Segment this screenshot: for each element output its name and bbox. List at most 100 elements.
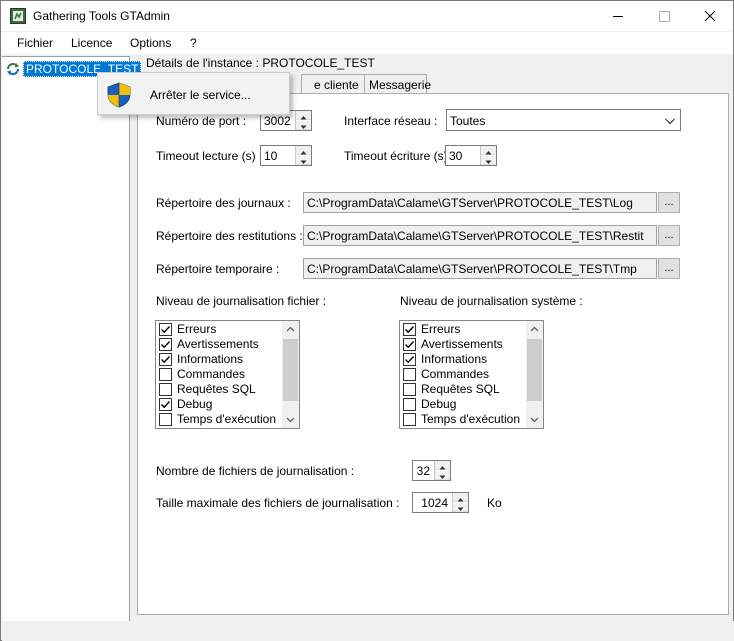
menu-bar: Fichier Licence Options ? [1, 32, 733, 54]
checkbox-checked[interactable] [403, 323, 416, 336]
spin-up-icon[interactable] [296, 111, 311, 120]
checkbox-unchecked[interactable] [403, 368, 416, 381]
timeout-read-stepper-buttons[interactable] [295, 146, 311, 165]
log-level-label: Avertissements [177, 337, 259, 351]
service-sync-icon [5, 61, 21, 77]
checkbox-unchecked[interactable] [159, 368, 172, 381]
tab-messagerie-label: Messagerie [369, 78, 432, 92]
interface-value: Toutes [450, 114, 486, 128]
timeout-write-stepper[interactable]: 30 [445, 145, 497, 166]
close-button[interactable] [687, 1, 733, 31]
spin-down-icon[interactable] [296, 121, 311, 130]
tmp-dir-value: C:\ProgramData\Calame\GTServer\PROTOCOLE… [307, 262, 637, 276]
checkbox-checked[interactable] [159, 338, 172, 351]
logs-dir-field[interactable]: C:\ProgramData\Calame\GTServer\PROTOCOLE… [303, 192, 657, 213]
scroll-up-icon[interactable] [526, 321, 543, 338]
stop-service-menu-item[interactable]: Arrêter le service... [150, 88, 251, 102]
restit-dir-browse-button[interactable]: ... [658, 225, 680, 246]
file-log-scrollbar[interactable] [282, 321, 299, 428]
menu-licence[interactable]: Licence [71, 36, 112, 50]
log-level-label: Temps d'exécution [177, 412, 277, 426]
checkbox-unchecked[interactable] [403, 383, 416, 396]
scroll-up-icon[interactable] [282, 321, 299, 338]
minimize-button[interactable] [595, 1, 641, 31]
system-log-level-label: Niveau de journalisation système : [400, 294, 583, 308]
tmp-dir-label: Répertoire temporaire : [156, 262, 280, 276]
scroll-thumb[interactable] [527, 339, 542, 401]
title-bar[interactable]: Gathering Tools GTAdmin [1, 1, 733, 31]
scroll-thumb[interactable] [283, 339, 298, 401]
timeout-write-stepper-buttons[interactable] [480, 146, 496, 165]
window-title: Gathering Tools GTAdmin [33, 9, 170, 23]
menu-options[interactable]: Options [130, 36, 171, 50]
port-label: Numéro de port : [156, 114, 247, 128]
context-menu: Arrêter le service... [97, 72, 290, 115]
checkbox-unchecked[interactable] [403, 413, 416, 426]
system-log-scrollbar[interactable] [526, 321, 543, 428]
checkbox-checked[interactable] [403, 353, 416, 366]
log-level-label: Avertissements [421, 337, 503, 351]
log-size-label: Taille maximale des fichiers de journali… [156, 496, 400, 510]
timeout-read-label: Timeout lecture (s) : [156, 149, 263, 163]
status-bar [2, 621, 734, 641]
instance-tree[interactable]: PROTOCOLE_TEST [2, 56, 142, 641]
checkbox-checked[interactable] [403, 338, 416, 351]
main-window: Gathering Tools GTAdmin Fichier Licence … [0, 0, 734, 641]
log-level-label: Informations [177, 352, 244, 366]
port-value: 3002 [264, 114, 291, 128]
checkbox-unchecked[interactable] [159, 383, 172, 396]
timeout-write-label: Timeout écriture (s) : [344, 149, 455, 163]
menu-fichier[interactable]: Fichier [17, 36, 53, 50]
gtadmin-app-icon [10, 8, 26, 24]
details-title: Détails de l'instance : PROTOCOLE_TEST [146, 56, 375, 70]
log-level-label: Commandes [421, 367, 490, 381]
log-size-value: 1024 [421, 496, 448, 510]
spin-down-icon[interactable] [453, 503, 468, 512]
spin-down-icon[interactable] [435, 471, 450, 480]
checkbox-checked[interactable] [159, 353, 172, 366]
tab-cliente-label: e cliente [314, 78, 359, 92]
log-level-label: Debug [177, 397, 213, 411]
system-log-level-list[interactable]: Erreurs Avertissements Informations Command… [399, 320, 544, 429]
uac-shield-icon [106, 82, 132, 108]
restit-dir-label: Répertoire des restitutions : [156, 229, 303, 243]
interface-select[interactable]: Toutes [446, 109, 681, 131]
tmp-dir-browse-button[interactable]: ... [658, 258, 680, 279]
tmp-dir-field[interactable]: C:\ProgramData\Calame\GTServer\PROTOCOLE… [303, 258, 657, 279]
log-level-label: Requêtes SQL [177, 382, 256, 396]
spin-up-icon[interactable] [435, 461, 450, 470]
log-size-stepper-buttons[interactable] [452, 493, 468, 512]
chevron-down-icon [664, 115, 676, 129]
log-level-label: Requêtes SQL [421, 382, 500, 396]
checkbox-checked[interactable] [159, 398, 172, 411]
timeout-read-value: 10 [264, 149, 278, 163]
scroll-down-icon[interactable] [282, 411, 299, 428]
tab-cliente[interactable]: e cliente [301, 74, 365, 94]
spin-up-icon[interactable] [296, 146, 311, 155]
tab-messagerie[interactable]: Messagerie [364, 74, 431, 94]
timeout-read-stepper[interactable]: 10 [260, 145, 312, 166]
log-level-label: Commandes [177, 367, 246, 381]
maximize-button[interactable] [641, 1, 687, 31]
spin-up-icon[interactable] [453, 493, 468, 502]
checkbox-checked[interactable] [159, 323, 172, 336]
log-count-stepper[interactable]: 32 [412, 460, 451, 481]
checkbox-unchecked[interactable] [159, 413, 172, 426]
log-size-stepper[interactable]: 1024 [412, 492, 469, 513]
log-level-label: Erreurs [177, 322, 217, 336]
log-count-label: Nombre de fichiers de journalisation : [156, 464, 355, 478]
spin-down-icon[interactable] [296, 156, 311, 165]
spin-down-icon[interactable] [481, 156, 496, 165]
logs-dir-browse-button[interactable]: ... [658, 192, 680, 213]
menu-help[interactable]: ? [190, 36, 197, 50]
spin-up-icon[interactable] [481, 146, 496, 155]
port-stepper-buttons[interactable] [295, 111, 311, 130]
file-log-level-list[interactable]: Erreurs Avertissements Informations Command… [155, 320, 300, 429]
log-level-label: Debug [421, 397, 457, 411]
scroll-down-icon[interactable] [526, 411, 543, 428]
log-count-value: 32 [416, 464, 430, 478]
log-level-label: Temps d'exécution [421, 412, 521, 426]
checkbox-unchecked[interactable] [403, 398, 416, 411]
restit-dir-field[interactable]: C:\ProgramData\Calame\GTServer\PROTOCOLE… [303, 225, 657, 246]
log-count-stepper-buttons[interactable] [434, 461, 450, 480]
